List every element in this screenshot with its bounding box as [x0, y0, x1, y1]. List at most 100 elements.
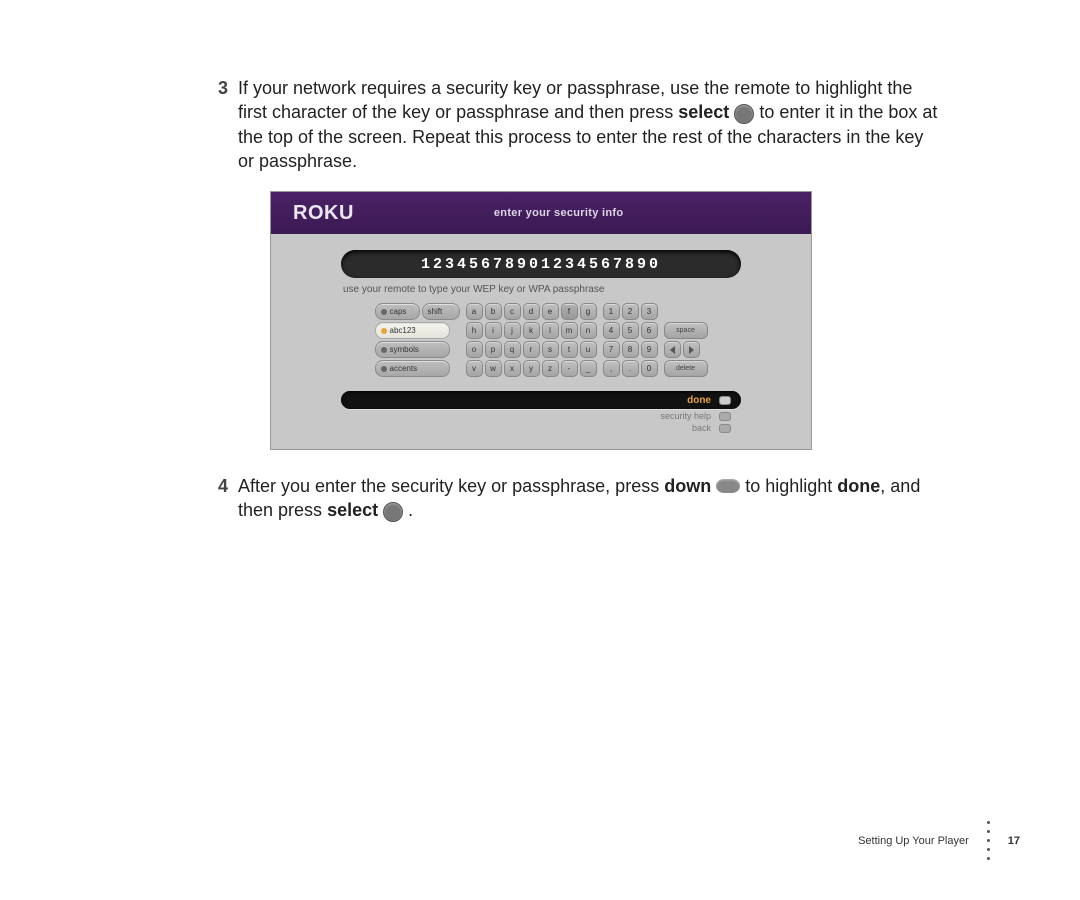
key-j[interactable]: j [504, 322, 521, 339]
screen-title: enter your security info [494, 207, 623, 219]
number-pad: 1 2 3 4 5 6 7 8 9 [603, 303, 658, 377]
page-number: 17 [1008, 835, 1020, 847]
key-r[interactable]: r [523, 341, 540, 358]
key-p[interactable]: p [485, 341, 502, 358]
key-q[interactable]: q [504, 341, 521, 358]
step-4: 4 After you enter the security key or pa… [200, 474, 940, 523]
indicator-icon [719, 424, 731, 433]
key-b[interactable]: b [485, 303, 502, 320]
key-underscore[interactable]: _ [580, 360, 597, 377]
input-hint: use your remote to type your WEP key or … [343, 284, 787, 295]
select-button-icon [734, 104, 754, 124]
key-i[interactable]: i [485, 322, 502, 339]
abc123-key[interactable]: abc123 [375, 322, 450, 339]
key-t[interactable]: t [561, 341, 578, 358]
text: After you enter the security key or pass… [238, 476, 664, 496]
roku-logo: ROKU [293, 202, 354, 225]
indicator-icon [719, 412, 731, 421]
indicator-off-icon [381, 347, 387, 353]
accents-key[interactable]: accents [375, 360, 450, 377]
manual-page: 3 If your network requires a security ke… [0, 0, 1080, 900]
key-l[interactable]: l [542, 322, 559, 339]
key-2[interactable]: 2 [622, 303, 639, 320]
step-body: After you enter the security key or pass… [238, 474, 940, 523]
selection-indicator-icon [719, 396, 731, 405]
step-body: If your network requires a security key … [238, 76, 940, 173]
bold-done: done [837, 476, 880, 496]
screenshot-figure: ROKU enter your security info 1234567890… [270, 191, 810, 450]
key-n[interactable]: n [580, 322, 597, 339]
letter-grid: a b c d e f g h i j k [466, 303, 597, 377]
arrow-left-icon [670, 346, 675, 354]
title-bar: ROKU enter your security info [271, 192, 811, 234]
key-a[interactable]: a [466, 303, 483, 320]
key-h[interactable]: h [466, 322, 483, 339]
key-5[interactable]: 5 [622, 322, 639, 339]
password-input[interactable]: 12345678901234567890 [341, 250, 741, 278]
key-comma[interactable]: , [603, 360, 620, 377]
arrow-right-key[interactable] [683, 341, 700, 358]
password-value: 12345678901234567890 [421, 256, 661, 273]
bold-select: select [678, 102, 729, 122]
key-u[interactable]: u [580, 341, 597, 358]
screen-body: 12345678901234567890 use your remote to … [271, 234, 811, 449]
key-d[interactable]: d [523, 303, 540, 320]
key-s[interactable]: s [542, 341, 559, 358]
page-footer: Setting Up Your Player 17 [858, 821, 1020, 860]
back-label: back [692, 423, 711, 433]
onscreen-keyboard: caps shift abc123 symbols accents a b c [295, 303, 787, 377]
key-dash[interactable]: - [561, 360, 578, 377]
key-4[interactable]: 4 [603, 322, 620, 339]
arrow-right-icon [689, 346, 694, 354]
step-number: 3 [200, 76, 238, 100]
key-0[interactable]: 0 [641, 360, 658, 377]
key-o[interactable]: o [466, 341, 483, 358]
bottom-menu: done security help back [341, 391, 741, 433]
key-1[interactable]: 1 [603, 303, 620, 320]
indicator-off-icon [381, 366, 387, 372]
key-e[interactable]: e [542, 303, 559, 320]
dots-icon [987, 821, 990, 860]
key-3[interactable]: 3 [641, 303, 658, 320]
key-k[interactable]: k [523, 322, 540, 339]
key-6[interactable]: 6 [641, 322, 658, 339]
symbols-key[interactable]: symbols [375, 341, 450, 358]
back-item[interactable]: back [341, 421, 741, 433]
key-g[interactable]: g [580, 303, 597, 320]
security-help-item[interactable]: security help [341, 409, 741, 421]
section-title: Setting Up Your Player [858, 835, 969, 847]
delete-key[interactable]: delete [664, 360, 708, 377]
key-y[interactable]: y [523, 360, 540, 377]
bold-select: select [327, 500, 378, 520]
key-v[interactable]: v [466, 360, 483, 377]
key-w[interactable]: w [485, 360, 502, 377]
mode-column: caps shift abc123 symbols accents [375, 303, 460, 377]
key-c[interactable]: c [504, 303, 521, 320]
text: to highlight [740, 476, 837, 496]
bold-down: down [664, 476, 711, 496]
space-key[interactable]: space [664, 322, 708, 339]
shift-key[interactable]: shift [422, 303, 460, 320]
indicator-on-icon [381, 328, 387, 334]
key-m[interactable]: m [561, 322, 578, 339]
down-button-icon [716, 479, 740, 493]
done-label: done [687, 395, 711, 406]
key-x[interactable]: x [504, 360, 521, 377]
key-period[interactable]: . [622, 360, 639, 377]
roku-screen: ROKU enter your security info 1234567890… [270, 191, 812, 450]
key-9[interactable]: 9 [641, 341, 658, 358]
side-column: space delete [664, 303, 708, 377]
step-number: 4 [200, 474, 238, 498]
caps-key[interactable]: caps [375, 303, 420, 320]
help-label: security help [660, 411, 711, 421]
key-z[interactable]: z [542, 360, 559, 377]
indicator-off-icon [381, 309, 387, 315]
done-item[interactable]: done [341, 391, 741, 409]
step-3: 3 If your network requires a security ke… [200, 76, 940, 173]
key-f[interactable]: f [561, 303, 578, 320]
text: . [403, 500, 413, 520]
arrow-left-key[interactable] [664, 341, 681, 358]
select-button-icon [383, 502, 403, 522]
key-8[interactable]: 8 [622, 341, 639, 358]
key-7[interactable]: 7 [603, 341, 620, 358]
